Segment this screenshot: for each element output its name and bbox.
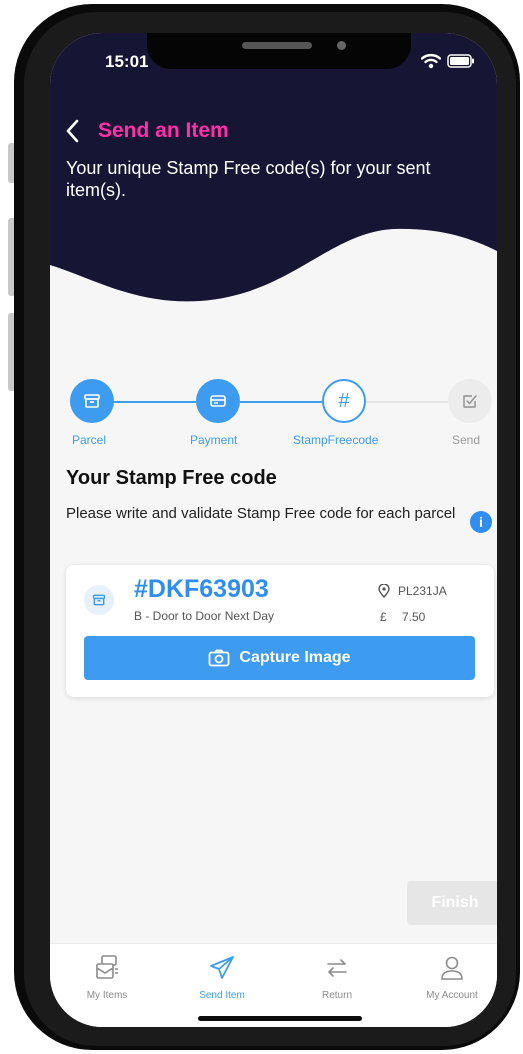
step-parcel[interactable]	[70, 379, 114, 423]
step-label-payment: Payment	[190, 433, 238, 447]
info-icon[interactable]: i	[470, 511, 492, 533]
home-indicator[interactable]	[198, 1016, 362, 1021]
destination-postcode: PL231JA	[398, 584, 447, 598]
user-icon	[441, 956, 463, 980]
page-subtitle: Your unique Stamp Free code(s) for your …	[66, 158, 431, 200]
currency-symbol: £	[380, 610, 387, 624]
paper-plane-icon	[210, 956, 234, 979]
parcel-card: #DKF63903 B - Door to Door Next Day PL23…	[66, 565, 494, 697]
front-camera	[337, 41, 346, 50]
capture-image-label: Capture Image	[239, 649, 351, 666]
tab-label: My Account	[426, 990, 478, 1001]
bottom-tab-bar: My Items Send Item Return My Account	[50, 943, 497, 1027]
step-label-parcel: Parcel	[72, 433, 107, 447]
tab-label: Return	[321, 990, 352, 1001]
progress-stepper: # Parcel Payment StampFreecode Send	[50, 379, 497, 449]
earpiece-speaker	[242, 42, 312, 49]
step-label-stampfreecode: StampFreecode	[293, 433, 379, 447]
page-title: Send an Item	[98, 119, 229, 142]
step-connector	[366, 401, 448, 403]
step-stampfreecode[interactable]: #	[322, 379, 366, 423]
tab-my-account[interactable]: My Account	[397, 948, 497, 1008]
tab-return[interactable]: Return	[282, 948, 392, 1008]
return-arrows-icon	[327, 959, 347, 977]
status-icons	[421, 51, 475, 71]
tab-send-item[interactable]: Send Item	[167, 948, 277, 1008]
wifi-icon	[421, 53, 441, 69]
step-connector	[240, 401, 322, 403]
step-payment[interactable]	[196, 379, 240, 423]
camera-icon	[209, 649, 230, 667]
notch	[147, 33, 411, 69]
capture-image-button[interactable]: Capture Image	[84, 636, 475, 680]
battery-icon	[447, 54, 474, 68]
items-icon	[96, 955, 118, 979]
step-label-send: Send	[452, 433, 481, 447]
section-title: Your Stamp Free code	[66, 467, 277, 489]
chevron-left-icon[interactable]	[62, 117, 84, 145]
stamp-free-code: #DKF63903	[134, 575, 269, 603]
location-pin-icon	[378, 584, 390, 598]
service-name: B - Door to Door Next Day	[134, 609, 275, 623]
step-send[interactable]	[448, 379, 492, 423]
finish-button[interactable]: Finish	[407, 881, 497, 925]
section-description: Please write and validate Stamp Free cod…	[66, 505, 456, 522]
parcel-price: 7.50	[402, 610, 426, 624]
archive-box-icon	[84, 394, 100, 408]
tab-label: My Items	[86, 990, 128, 1001]
status-time: 15:01	[105, 52, 149, 71]
checkbox-icon	[463, 395, 477, 408]
card-icon	[210, 395, 226, 407]
tab-label: Send Item	[199, 990, 245, 1001]
archive-box-icon	[84, 585, 114, 615]
tab-my-items[interactable]: My Items	[52, 948, 162, 1008]
app-screen: 15:01 Send an Item Your unique Stamp Fre…	[50, 33, 497, 1027]
hash-icon: #	[338, 389, 350, 412]
